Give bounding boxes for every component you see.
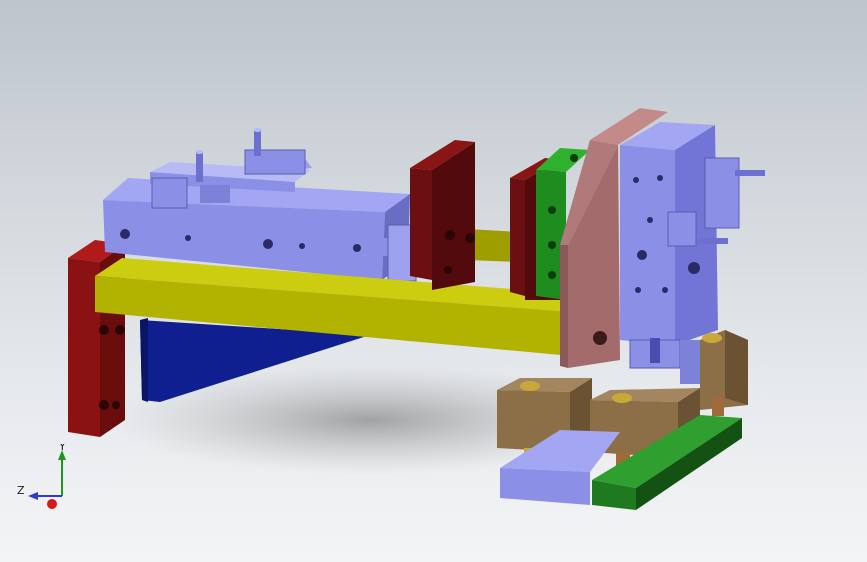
dark-red-block-left[interactable] <box>410 140 475 290</box>
y-axis-label: Y <box>58 444 66 453</box>
x-axis-point-icon <box>47 499 57 509</box>
cad-viewport[interactable]: Y Z X <box>0 0 867 562</box>
blue-gusset-side <box>140 318 148 402</box>
pneumatic-cylinder[interactable] <box>103 128 417 282</box>
z-axis-arrow-icon <box>28 492 38 500</box>
assembly-model[interactable] <box>0 0 867 562</box>
axis-triad[interactable]: Y Z X <box>14 444 78 516</box>
z-axis-label: Z <box>17 484 25 497</box>
